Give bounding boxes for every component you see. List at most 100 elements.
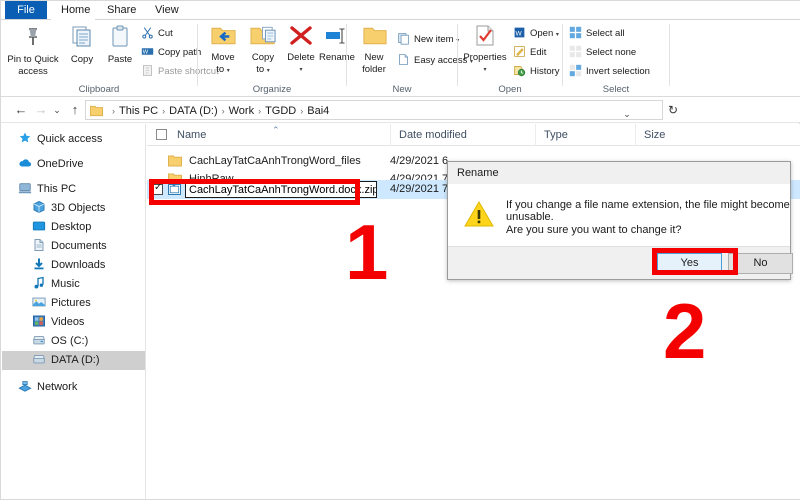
sidebar-item-this-pc[interactable]: This PC [2,180,145,199]
invert-selection-label: Invert selection [586,66,650,77]
column-size[interactable]: Size [635,124,720,146]
copy-to-button[interactable]: Copy to ▾ [246,24,280,76]
breadcrumb-item-data-d[interactable]: DATA (D:) [169,105,217,117]
cut-label: Cut [158,28,173,39]
file-name: CachLayTatCaAnhTrongWord_files [189,155,361,167]
column-name[interactable]: Name [147,124,390,146]
move-to-button[interactable]: Move to ▾ [206,24,240,76]
new-item-icon [397,32,410,49]
star-icon [18,131,32,145]
paste-shortcut-icon [141,64,154,81]
breadcrumb-item-work[interactable]: Work [229,105,254,117]
sidebar-item-network[interactable]: Network [2,378,145,397]
dialog-message-line2: Are you sure you want to change it? [506,224,682,236]
delete-x-icon [284,24,318,51]
pin-icon [4,24,62,53]
edit-button[interactable]: Edit [513,45,546,62]
copy-to-label-line1: Copy [251,52,275,63]
paste-label: Paste [107,54,133,65]
column-date-modified[interactable]: Date modified [390,124,535,146]
network-icon [18,379,32,393]
back-button[interactable]: ← [13,102,29,118]
sidebar-label-documents: Documents [51,240,107,252]
tab-share[interactable]: Share [97,1,143,20]
breadcrumb-dropdown-icon[interactable]: ⌄ [618,104,636,124]
svg-text:W: W [143,50,149,56]
copy-path-button[interactable]: W Copy path [141,45,201,62]
file-explorer-window: File Home Share View Pin to Quick access… [0,0,800,500]
dialog-title: Rename [457,167,499,179]
tab-view[interactable]: View [145,1,187,20]
svg-text:W: W [515,30,522,37]
sidebar-label-3d-objects: 3D Objects [51,202,106,214]
copy-button[interactable]: Copy [64,24,100,65]
copy-path-label: Copy path [158,47,202,58]
sidebar-item-os-c[interactable]: OS (C:) [2,332,145,351]
sidebar-item-documents[interactable]: Documents [2,237,145,256]
sidebar-item-downloads[interactable]: Downloads [2,256,145,275]
tab-home[interactable]: Home [51,1,95,20]
ribbon-group-new: New folder New item ▾ Ea [347,20,473,97]
new-item-button[interactable]: New item ▾ [397,32,459,49]
file-date: 4/29/2021 6 [390,155,449,167]
sidebar-label-music: Music [51,278,80,290]
rename-confirmation-dialog: Rename If you change a file name extensi… [447,161,793,280]
sidebar-item-3d-objects[interactable]: 3D Objects [2,199,145,218]
sidebar-label-network: Network [37,381,78,393]
ribbon-tab-strip: File Home Share View [1,1,800,20]
dialog-button-row: Yes No [448,246,793,279]
breadcrumb-bar[interactable]: › This PC › DATA (D:) › Work › TGDD › Bai4 ⌄ [85,100,663,120]
open-button[interactable]: W Open ▾ [513,26,559,43]
edit-pencil-icon [513,45,526,62]
sidebar-label-videos: Videos [51,316,85,328]
select-all-label: Select all [586,28,625,39]
history-icon [513,64,526,81]
new-item-label: New item [414,34,454,45]
pc-icon [18,181,32,195]
delete-button[interactable]: Delete ▾ [284,24,318,75]
sidebar-item-data-d[interactable]: DATA (D:) [2,351,145,370]
refresh-button[interactable]: ↻ [663,100,683,120]
copy-label: Copy [70,54,94,65]
dialog-body: If you change a file name extension, the… [448,184,790,246]
sidebar-item-desktop[interactable]: Desktop [2,218,145,237]
new-folder-label-line1: New [364,52,384,63]
sidebar-label-data-d: DATA (D:) [51,354,100,366]
history-button[interactable]: History [513,64,560,81]
sidebar-item-music[interactable]: Music [2,275,145,294]
ribbon: Pin to Quick access Copy Paste Cut W Cop… [1,20,800,97]
pin-to-quick-access-button[interactable]: Pin to Quick access [4,24,62,77]
drive-icon [32,352,46,366]
cut-button[interactable]: Cut [141,26,173,43]
sidebar-label-this-pc: This PC [37,183,77,195]
warning-icon [464,200,494,228]
select-all-button[interactable]: Select all [569,26,625,43]
sidebar-item-pictures[interactable]: Pictures [2,294,145,313]
invert-selection-button[interactable]: Invert selection [569,64,650,81]
properties-caret-icon: ▾ [483,67,487,73]
copy-path-icon: W [141,45,154,62]
breadcrumb-item-tgdd[interactable]: TGDD [265,105,296,117]
select-all-checkbox[interactable] [156,129,167,140]
sidebar-item-onedrive[interactable]: OneDrive [2,155,145,174]
edit-label: Edit [530,47,547,58]
new-folder-button[interactable]: New folder [355,24,393,75]
forward-button[interactable]: → [33,102,49,118]
tab-file[interactable]: File [5,1,47,20]
ribbon-group-label-clipboard: Clipboard [78,84,120,95]
copy-to-label-line2: to ▾ [256,64,270,75]
up-button[interactable]: ↑ [67,102,83,118]
paste-button[interactable]: Paste [102,24,138,65]
breadcrumb-item-this-pc[interactable]: This PC [119,105,158,117]
breadcrumb-item-bai4[interactable]: Bai4 [307,105,329,117]
file-list-header: Name ⌃ Date modified Type Size [147,124,800,146]
cloud-icon [18,156,32,170]
navigation-pane: Quick access OneDrive This PC 3D Objects… [2,124,146,499]
properties-button[interactable]: Properties ▾ [461,24,509,75]
recent-locations-button[interactable]: ⌄ [49,102,65,118]
sidebar-item-videos[interactable]: Videos [2,313,145,332]
sidebar-item-quick-access[interactable]: Quick access [2,130,145,149]
annotation-number-1: 1 [345,208,389,296]
select-none-button[interactable]: Select none [569,45,636,62]
column-type[interactable]: Type [535,124,635,146]
